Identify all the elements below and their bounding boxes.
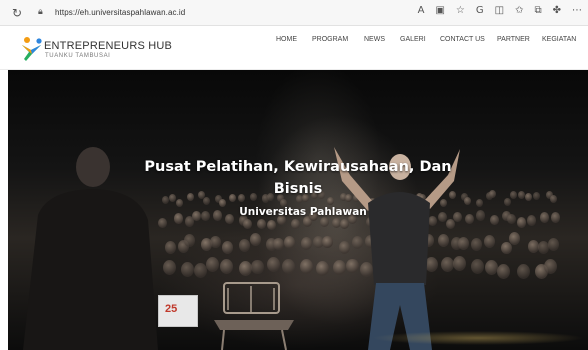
browser-tools: A ▣ ☆ G ◫ ✩ ⧉ ✤ ⋯ (418, 5, 582, 16)
nav-kegiatan[interactable]: KEGIATAN (542, 36, 576, 43)
reader-view-icon[interactable]: ▣ (435, 5, 444, 16)
logo-subtitle: TUANKU TAMBUSAI (45, 53, 111, 59)
audience-head (485, 260, 499, 276)
audience-head (163, 259, 177, 275)
audience-head (525, 192, 533, 201)
hero-title: Pusat Pelatihan, Kewirausahaan, Dan Bisn… (144, 159, 452, 197)
audience-head (266, 219, 276, 230)
audience-head (283, 235, 295, 249)
stage-sign: 25 (158, 295, 198, 327)
audience-head (509, 190, 517, 199)
audience-head (517, 263, 531, 279)
audience-head (315, 261, 329, 277)
address-bar[interactable]: https://eh.universitaspahlawan.ac.id (55, 8, 185, 17)
extensions-icon[interactable]: ✤ (553, 5, 561, 16)
audience-head (221, 241, 233, 254)
nav-galeri[interactable]: GALERI (400, 36, 426, 43)
audience-head (490, 214, 500, 225)
more-icon[interactable]: ⋯ (572, 5, 582, 16)
audience-head (507, 213, 517, 225)
audience-head (470, 238, 482, 251)
audience-head (290, 219, 300, 230)
audience-head (496, 263, 510, 279)
nav-contact-us[interactable]: CONTACT US (440, 36, 485, 43)
nav-partner[interactable]: PARTNER (497, 36, 530, 43)
favorite-star-icon[interactable]: ☆ (456, 5, 465, 16)
hero-banner: 25 Pusat Pelatihan, Kewirausahaan, Dan B… (8, 70, 588, 350)
audience-head (489, 190, 497, 199)
stage-sign-text: 25 (165, 303, 178, 315)
lock-icon[interactable]: 🔒︎ (38, 7, 43, 17)
audience-head (219, 258, 233, 274)
audience-head (516, 217, 526, 228)
site-header: ENTREPRENEURS HUB TUANKU TAMBUSAI HOME P… (0, 26, 588, 70)
audience-head (550, 194, 558, 203)
audience-head (256, 219, 266, 230)
audience-head (539, 212, 549, 223)
favorites-icon[interactable]: ✩ (515, 5, 523, 16)
main-nav: HOME PROGRAM NEWS GALERI CONTACT US PART… (0, 36, 588, 48)
audience-head (537, 241, 549, 254)
nav-program[interactable]: PROGRAM (312, 36, 348, 43)
audience-head (544, 259, 558, 274)
hero-subtitle: Universitas Pahlawan (239, 206, 367, 218)
audience-head (551, 212, 561, 223)
audience-head (483, 235, 495, 248)
reload-icon[interactable]: ↻ (12, 6, 22, 20)
audience-head (476, 210, 486, 221)
audience-head (547, 238, 559, 251)
nav-news[interactable]: NEWS (364, 36, 385, 43)
audience-head (476, 198, 484, 207)
audience-head (299, 259, 313, 275)
audience-head (509, 232, 521, 245)
copilot-icon[interactable]: G (476, 5, 484, 16)
audience-head (158, 217, 168, 228)
audience-head (526, 215, 536, 226)
audience-head (533, 191, 540, 200)
audience-head (239, 239, 251, 252)
audience-head (471, 259, 485, 275)
audience-head (165, 241, 177, 255)
floor-light (278, 316, 588, 350)
nav-home[interactable]: HOME (276, 36, 297, 43)
audience-head (180, 261, 194, 277)
audience-head (183, 234, 195, 247)
split-screen-icon[interactable]: ◫ (495, 5, 504, 16)
audience-head (503, 198, 511, 207)
browser-toolbar: ↻ 🔒︎ https://eh.universitaspahlawan.ac.i… (0, 0, 588, 26)
collections-icon[interactable]: ⧉ (534, 5, 541, 16)
read-aloud-icon[interactable]: A (418, 5, 425, 16)
